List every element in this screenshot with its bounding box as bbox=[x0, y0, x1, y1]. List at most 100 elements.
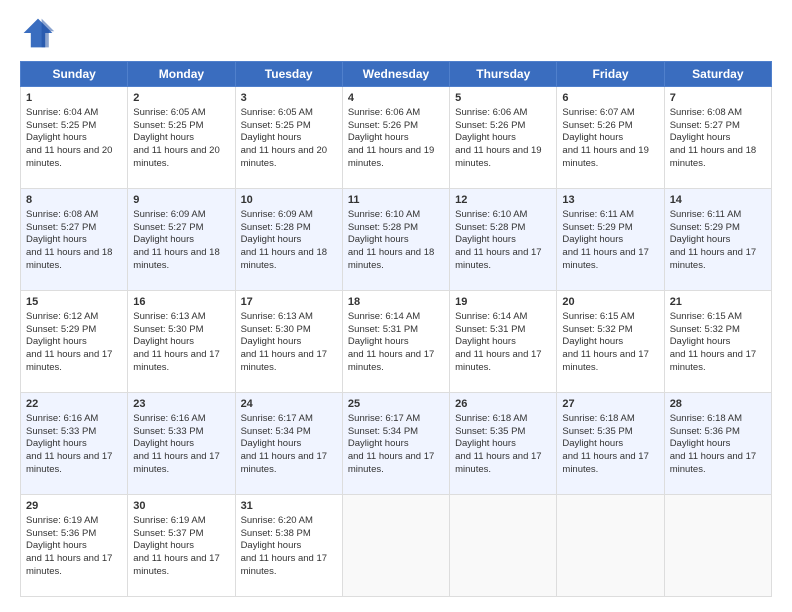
day-number: 11 bbox=[348, 193, 444, 208]
daylight-label: Daylight hours bbox=[455, 438, 516, 449]
day-number: 23 bbox=[133, 397, 229, 412]
daylight-value: and 11 hours and 20 minutes. bbox=[241, 145, 327, 169]
table-row: 22Sunrise: 6:16 AMSunset: 5:33 PMDayligh… bbox=[21, 393, 128, 495]
sunset: Sunset: 5:26 PM bbox=[562, 120, 632, 131]
daylight-label: Daylight hours bbox=[241, 234, 302, 245]
day-number: 5 bbox=[455, 91, 551, 106]
daylight-label: Daylight hours bbox=[26, 540, 87, 551]
table-row: 27Sunrise: 6:18 AM Sunset: 5:35 PMDayligh… bbox=[557, 393, 664, 495]
sunrise: Sunrise: 6:16 AM bbox=[133, 413, 205, 424]
table-row: 11Sunrise: 6:10 AMSunset: 5:28 PMDayligh… bbox=[342, 189, 449, 291]
sunset: Sunset: 5:29 PM bbox=[562, 222, 632, 233]
daylight-label: Daylight hours bbox=[348, 336, 409, 347]
day-number: 21 bbox=[670, 295, 766, 310]
daylight-label: Daylight hours bbox=[562, 132, 623, 143]
sunrise: Sunrise: 6:07 AM bbox=[562, 107, 634, 118]
sunrise: Sunrise: 6:09 AM bbox=[241, 209, 313, 220]
table-row: 10Sunrise: 6:09 AMSunset: 5:28 PMDayligh… bbox=[235, 189, 342, 291]
sunrise: Sunrise: 6:13 AM bbox=[241, 311, 313, 322]
sunrise: Sunrise: 6:13 AM bbox=[133, 311, 205, 322]
daylight-label: Daylight hours bbox=[455, 132, 516, 143]
sunset: Sunset: 5:29 PM bbox=[670, 222, 740, 233]
sunrise: Sunrise: 6:17 AM bbox=[241, 413, 313, 424]
sunset: Sunset: 5:25 PM bbox=[241, 120, 311, 131]
daylight-label: Daylight hours bbox=[26, 132, 87, 143]
table-row: 21Sunrise: 6:15 AMSunset: 5:32 PMDayligh… bbox=[664, 291, 771, 393]
daylight-value: and 11 hours and 17 minutes. bbox=[670, 349, 756, 373]
daylight-value: and 11 hours and 17 minutes. bbox=[241, 349, 327, 373]
daylight-value: and 11 hours and 17 minutes. bbox=[26, 451, 112, 475]
daylight-label: Daylight hours bbox=[241, 438, 302, 449]
day-number: 30 bbox=[133, 499, 229, 514]
day-number: 12 bbox=[455, 193, 551, 208]
sunrise: Sunrise: 6:19 AM bbox=[26, 515, 98, 526]
sunrise: Sunrise: 6:06 AM bbox=[348, 107, 420, 118]
daylight-label: Daylight hours bbox=[241, 132, 302, 143]
day-number: 15 bbox=[26, 295, 122, 310]
table-row bbox=[342, 495, 449, 597]
table-row: 14Sunrise: 6:11 AMSunset: 5:29 PMDayligh… bbox=[664, 189, 771, 291]
sunrise: Sunrise: 6:18 AM bbox=[562, 413, 634, 424]
daylight-value: and 11 hours and 17 minutes. bbox=[241, 553, 327, 577]
daylight-value: and 11 hours and 17 minutes. bbox=[670, 451, 756, 475]
day-number: 19 bbox=[455, 295, 551, 310]
daylight-label: Daylight hours bbox=[26, 336, 87, 347]
daylight-value: and 11 hours and 17 minutes. bbox=[348, 451, 434, 475]
header bbox=[20, 15, 772, 51]
daylight-label: Daylight hours bbox=[241, 336, 302, 347]
sunset: Sunset: 5:26 PM bbox=[348, 120, 418, 131]
sunset: Sunset: 5:28 PM bbox=[455, 222, 525, 233]
sunset: Sunset: 5:33 PM bbox=[133, 426, 203, 437]
col-wednesday: Wednesday bbox=[342, 62, 449, 87]
daylight-value: and 11 hours and 18 minutes. bbox=[241, 247, 327, 271]
day-number: 24 bbox=[241, 397, 337, 412]
day-number: 7 bbox=[670, 91, 766, 106]
sunset: Sunset: 5:35 PM bbox=[562, 426, 632, 437]
sunrise: Sunrise: 6:18 AM bbox=[670, 413, 742, 424]
day-number: 9 bbox=[133, 193, 229, 208]
sunset: Sunset: 5:34 PM bbox=[348, 426, 418, 437]
col-sunday: Sunday bbox=[21, 62, 128, 87]
daylight-label: Daylight hours bbox=[348, 234, 409, 245]
sunset: Sunset: 5:34 PM bbox=[241, 426, 311, 437]
table-row: 7Sunrise: 6:08 AMSunset: 5:27 PMDaylight… bbox=[664, 87, 771, 189]
sunrise: Sunrise: 6:19 AM bbox=[133, 515, 205, 526]
daylight-value: and 11 hours and 17 minutes. bbox=[133, 553, 219, 577]
table-row: 18Sunrise: 6:14 AMSunset: 5:31 PMDayligh… bbox=[342, 291, 449, 393]
daylight-value: and 11 hours and 17 minutes. bbox=[26, 349, 112, 373]
daylight-label: Daylight hours bbox=[670, 438, 731, 449]
table-row: 6Sunrise: 6:07 AMSunset: 5:26 PMDaylight… bbox=[557, 87, 664, 189]
daylight-value: and 11 hours and 18 minutes. bbox=[133, 247, 219, 271]
sunrise: Sunrise: 6:15 AM bbox=[670, 311, 742, 322]
daylight-value: and 11 hours and 17 minutes. bbox=[562, 451, 648, 475]
calendar-row: 29Sunrise: 6:19 AMSunset: 5:36 PMDayligh… bbox=[21, 495, 772, 597]
table-row: 15Sunrise: 6:12 AMSunset: 5:29 PMDayligh… bbox=[21, 291, 128, 393]
logo-icon bbox=[20, 15, 56, 51]
day-number: 1 bbox=[26, 91, 122, 106]
daylight-value: and 11 hours and 17 minutes. bbox=[562, 349, 648, 373]
header-row: Sunday Monday Tuesday Wednesday Thursday… bbox=[21, 62, 772, 87]
daylight-label: Daylight hours bbox=[133, 336, 194, 347]
sunset: Sunset: 5:27 PM bbox=[133, 222, 203, 233]
daylight-value: and 11 hours and 17 minutes. bbox=[670, 247, 756, 271]
daylight-label: Daylight hours bbox=[562, 234, 623, 245]
daylight-label: Daylight hours bbox=[133, 438, 194, 449]
sunrise: Sunrise: 6:11 AM bbox=[670, 209, 742, 220]
sunrise: Sunrise: 6:12 AM bbox=[26, 311, 98, 322]
daylight-label: Daylight hours bbox=[133, 234, 194, 245]
day-number: 4 bbox=[348, 91, 444, 106]
daylight-value: and 11 hours and 17 minutes. bbox=[133, 451, 219, 475]
day-number: 28 bbox=[670, 397, 766, 412]
sunset: Sunset: 5:36 PM bbox=[670, 426, 740, 437]
col-saturday: Saturday bbox=[664, 62, 771, 87]
day-number: 27 bbox=[562, 397, 658, 412]
day-number: 10 bbox=[241, 193, 337, 208]
sunset: Sunset: 5:32 PM bbox=[562, 324, 632, 335]
sunrise: Sunrise: 6:20 AM bbox=[241, 515, 313, 526]
daylight-label: Daylight hours bbox=[562, 438, 623, 449]
table-row: 31Sunrise: 6:20 AMSunset: 5:38 PMDayligh… bbox=[235, 495, 342, 597]
sunset: Sunset: 5:36 PM bbox=[26, 528, 96, 539]
sunset: Sunset: 5:31 PM bbox=[455, 324, 525, 335]
daylight-label: Daylight hours bbox=[562, 336, 623, 347]
day-number: 18 bbox=[348, 295, 444, 310]
